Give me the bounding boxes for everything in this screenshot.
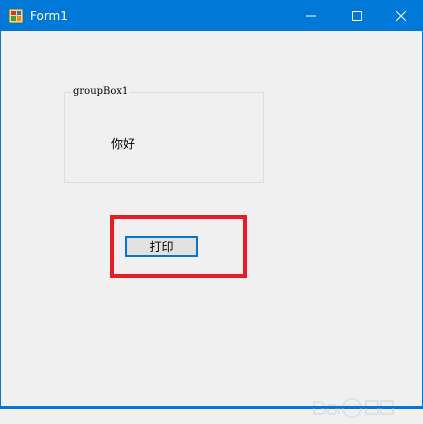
group-box-title: groupBox1 [71, 85, 131, 99]
title-bar[interactable]: Form1 [1, 1, 422, 31]
print-button[interactable]: 打印 [125, 236, 198, 257]
form1-window: Form1 groupBox1 你好 打印 [0, 0, 423, 418]
print-button-label: 打印 [149, 239, 174, 254]
maximize-icon [352, 11, 362, 21]
client-area: groupBox1 你好 打印 [1, 31, 422, 418]
window-title: Form1 [30, 9, 68, 23]
group-box: groupBox1 你好 [64, 85, 264, 183]
minimize-icon [306, 15, 316, 17]
watermark-logo [313, 398, 394, 418]
close-icon [396, 11, 406, 21]
maximize-button[interactable] [334, 1, 380, 31]
minimize-button[interactable] [288, 1, 334, 31]
close-button[interactable] [380, 1, 422, 31]
app-icon [9, 9, 23, 23]
window-bottom-border [1, 406, 422, 408]
greeting-label: 你好 [111, 137, 136, 151]
